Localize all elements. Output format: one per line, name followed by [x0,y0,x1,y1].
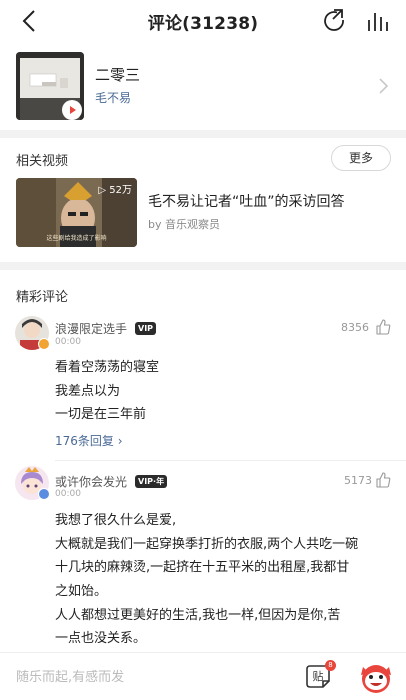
video-view-count: ▷ 52万 [98,185,132,196]
comment-username[interactable]: 浪漫限定选手 [55,320,127,337]
video-author: by 音乐观察员 [148,218,220,231]
vip-badge: VIP [135,322,157,335]
bar-chart-icon[interactable] [364,7,392,35]
share-arrow-icon[interactable] [320,7,348,35]
like-count: 8356 [341,321,369,334]
video-thumbnail[interactable]: ▷ 52万 这些剧给我造成了影响 [16,178,137,247]
play-icon[interactable] [62,100,82,120]
thumbs-up-icon[interactable] [375,319,391,335]
video-title[interactable]: 毛不易让记者“吐血”的采访回答 [148,191,345,211]
comment-line: 我想了很久什么是爱, [55,513,177,528]
notification-badge: 8 [325,660,336,671]
comment-line: 一点也没关系。 [55,631,147,646]
thumbs-up-icon[interactable] [375,472,391,488]
comment-line: 十几块的麻辣烫,一起挤在十五平米的出租屋,我都甘 [55,560,350,575]
vip-level-icon [38,338,50,350]
comment-divider [55,460,406,461]
like-count: 5173 [344,474,372,487]
sticker-icon[interactable]: 贴 8 [305,660,336,689]
hot-comments-heading: 精彩评论 [16,290,69,305]
vip-level-icon [38,488,50,500]
more-videos-button[interactable]: 更多 [331,145,391,171]
comment-line: 看着空荡荡的寝室 [55,360,160,375]
comment-line: 大概就是我们一起穿换季打折的衣服,两个人共吃一碗 [55,537,359,552]
comment-line: 一切是在三年前 [55,407,147,422]
comment-line: 之如饴。 [55,584,108,599]
related-videos-heading: 相关视频 [16,154,69,169]
comment-username[interactable]: 或许你会发光 [55,473,127,490]
comment-input-bar: 随乐而起,有感而发 贴 8 [0,652,406,700]
chevron-right-icon[interactable] [376,76,390,96]
song-title: 二零三 [95,66,141,84]
song-artist[interactable]: 毛不易 [95,89,131,106]
mascot-emoji-icon[interactable] [358,659,394,695]
video-thumb-caption: 这些剧给我造成了影响 [46,235,107,242]
comment-time: 00:00 [55,337,81,347]
comment-line: 人人都想过更美好的生活,我也一样,但因为是你,苦 [55,608,341,623]
section-divider [0,262,406,270]
sticker-label: 贴 [313,669,324,683]
vip-badge: VIP·年 [135,475,168,488]
top-nav-bar: 评论(31238) [0,0,406,42]
view-replies-link[interactable]: 176条回复 › [55,432,123,449]
album-cover [16,52,84,120]
comment-time: 00:00 [55,489,81,499]
song-info-row[interactable]: 二零三 毛不易 [0,44,406,128]
comment-input[interactable]: 随乐而起,有感而发 [16,666,124,685]
comment-line: 我差点以为 [55,384,121,399]
section-divider [0,130,406,138]
